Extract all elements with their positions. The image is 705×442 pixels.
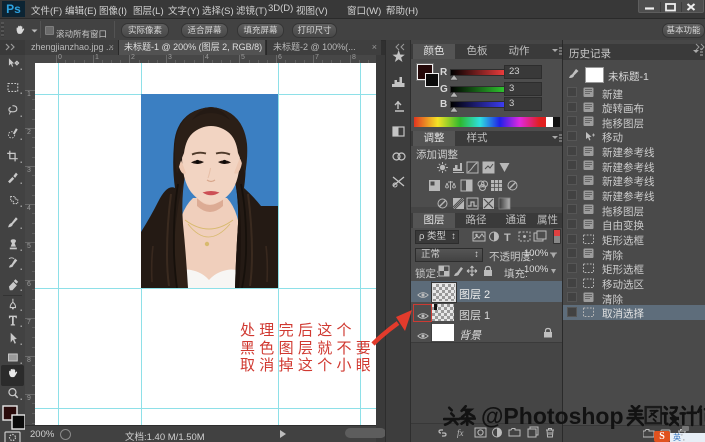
svg-text:fx: fx — [457, 428, 464, 438]
